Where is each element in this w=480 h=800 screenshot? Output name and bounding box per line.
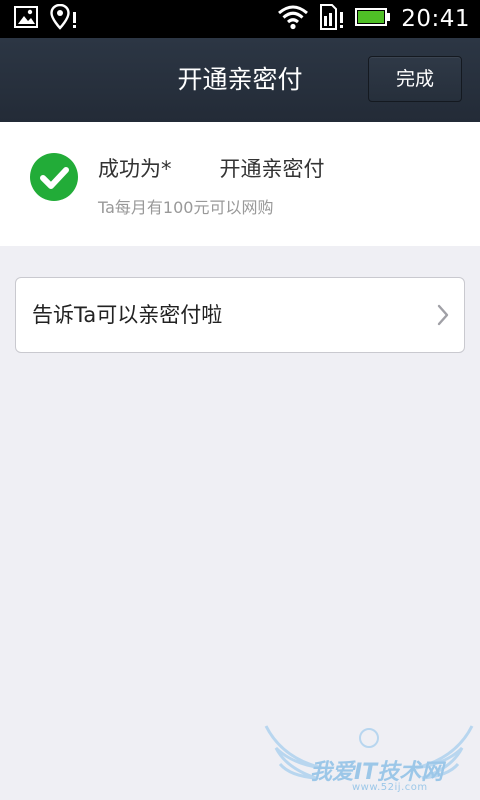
check-circle-icon	[30, 153, 78, 201]
tell-ta-label: 告诉Ta可以亲密付啦	[32, 303, 223, 327]
success-suffix: 开通亲密付	[219, 157, 325, 181]
screen: 20:41 开通亲密付 完成 成功为* 开通亲密付 Ta每月有100元可以网购 …	[0, 0, 480, 800]
gallery-notification-icon	[14, 6, 38, 32]
success-panel: 成功为* 开通亲密付 Ta每月有100元可以网购	[0, 122, 480, 246]
status-time: 20:41	[401, 6, 470, 32]
watermark-url: www.52ij.com	[352, 782, 428, 793]
battery-icon	[355, 7, 391, 31]
success-prefix: 成功为*	[98, 157, 172, 181]
done-button[interactable]: 完成	[368, 56, 462, 102]
nav-header: 开通亲密付 完成	[0, 38, 480, 123]
watermark: 我爱IT技术网 www.52ij.com	[262, 718, 476, 800]
status-bar-right: 20:41	[277, 4, 470, 34]
success-message: 成功为* 开通亲密付	[98, 152, 325, 184]
sim-alert-icon	[319, 4, 345, 34]
tell-ta-button[interactable]: 告诉Ta可以亲密付啦	[15, 277, 465, 353]
wifi-icon	[277, 4, 309, 34]
success-subtitle: Ta每月有100元可以网购	[98, 198, 274, 217]
location-alert-icon	[50, 3, 80, 34]
status-bar-left	[14, 3, 80, 34]
status-bar: 20:41	[0, 0, 480, 38]
chevron-right-icon	[436, 304, 450, 326]
